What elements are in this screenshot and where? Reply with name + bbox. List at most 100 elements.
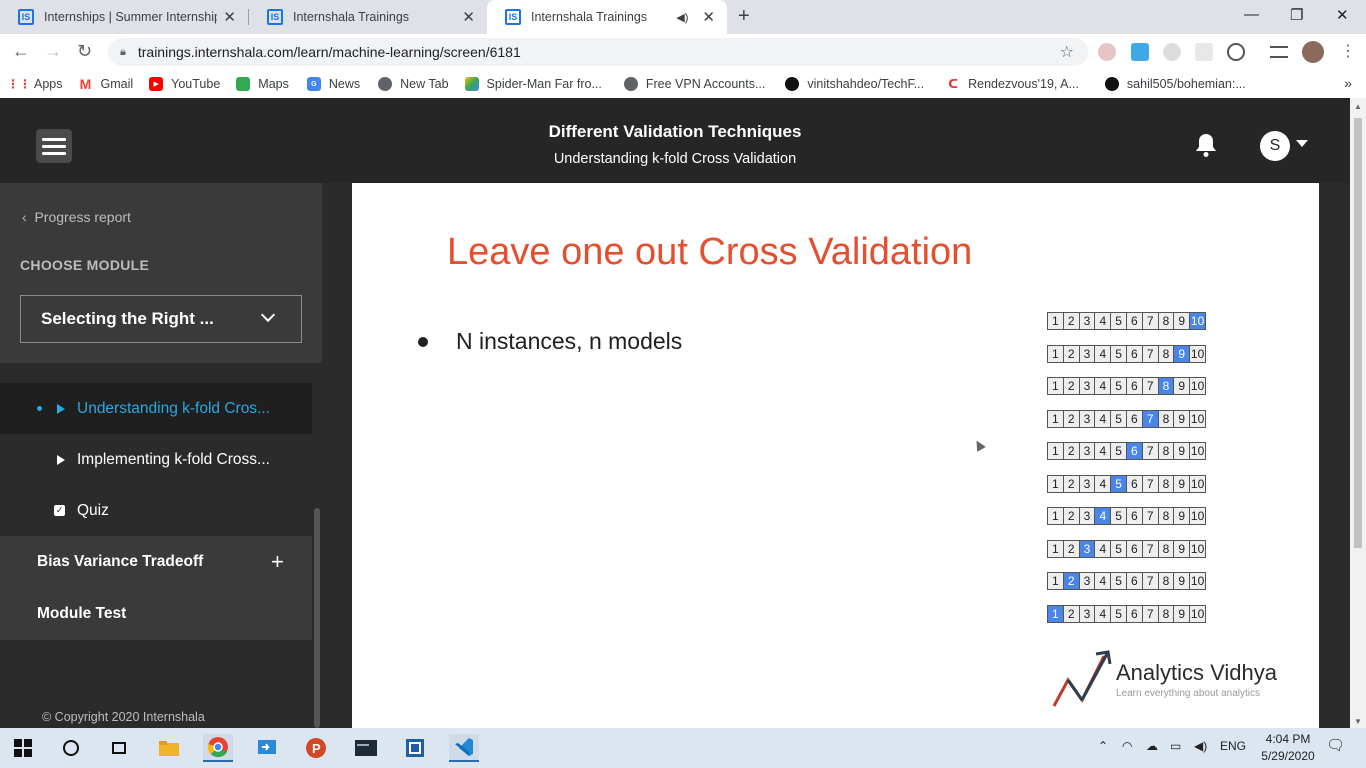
chevron-down-icon[interactable] [1296,140,1308,147]
fold-cell: 1 [1047,312,1064,330]
globe-icon [623,77,638,91]
fold-cell: 5 [1110,312,1127,330]
close-tab-icon[interactable]: ✕ [223,8,236,26]
fold-cell: 2 [1062,344,1080,363]
bookmark-spiderman[interactable]: Spider-Man Far fro... [464,77,602,91]
bookmark-bohemian[interactable]: sahil505/bohemian:... [1104,77,1246,91]
speaker-icon[interactable]: ◀) [676,11,688,24]
extension-icon[interactable] [1098,43,1116,61]
windows-start-icon[interactable] [8,734,38,762]
extension-icon[interactable] [1195,43,1213,61]
bookmark-maps[interactable]: Maps [236,77,289,91]
sidebar-scrollbar[interactable] [312,363,322,728]
fold-row: 1 2 3 4 5 6 7 8 9 10 [1047,312,1206,330]
menu-dots-icon[interactable]: ⋮ [1340,41,1356,61]
clock[interactable]: 4:04 PM 5/29/2020 [1253,731,1323,765]
fold-cell: 3 [1078,312,1096,330]
notification-bell-icon[interactable] [1194,132,1218,158]
remote-app-icon[interactable] [252,734,282,762]
back-icon[interactable]: ← [12,41,30,62]
bookmark-techf[interactable]: vinitshahdeo/TechF... [785,77,924,91]
extension-icon[interactable] [1131,43,1149,61]
search-icon[interactable] [56,734,86,762]
expand-plus-icon[interactable]: + [271,549,284,575]
bookmark-vpn[interactable]: Free VPN Accounts... [623,77,766,91]
new-tab-icon[interactable]: + [738,5,750,28]
fold-cell: 4 [1094,572,1112,590]
language-indicator[interactable]: ENG [1220,739,1246,753]
bookmark-gmail[interactable]: M Gmail [79,76,134,92]
fold-cell: 8 [1157,409,1175,428]
submodule-module-test[interactable]: Module Test [0,588,312,640]
reading-list-icon[interactable] [1270,46,1288,58]
page-scrollbar[interactable]: ▲ ▼ [1350,98,1366,728]
lesson-item-implementing[interactable]: Implementing k-fold Cross... [0,434,312,485]
bookmark-rendezvous[interactable]: ᑕ Rendezvous'19, A... [946,77,1079,91]
user-avatar[interactable]: S [1260,131,1290,161]
internshala-icon: IS [267,9,283,25]
file-explorer-icon[interactable] [154,734,184,762]
fold-cell: 10 [1189,507,1206,525]
bookmark-label: New Tab [400,77,449,91]
tab-strip: IS Internships | Summer Internship 2 ✕ I… [0,0,1366,34]
lock-icon[interactable]: 🔒︎ [120,46,126,59]
lesson-item-quiz[interactable]: ✓ Quiz [0,485,312,536]
progress-report-link[interactable]: ‹ Progress report [22,209,131,225]
browser-tab-trainings-active[interactable]: IS Internshala Trainings ◀) ✕ [487,0,727,34]
address-bar[interactable]: 🔒︎ trainings.internshala.com/learn/machi… [108,38,1088,66]
bookmarks-overflow-icon[interactable]: » [1344,75,1352,91]
bookmark-label: Free VPN Accounts... [645,77,766,91]
bookmark-apps[interactable]: ⋮⋮ Apps [7,77,63,91]
lesson-item-understanding[interactable]: Understanding k-fold Cros... [0,383,312,434]
scroll-down-icon[interactable]: ▼ [1354,717,1362,726]
bookmark-news[interactable]: G News [306,77,360,91]
bookmark-star-icon[interactable]: ☆ [1060,42,1074,62]
fold-cell: 6 [1125,539,1143,558]
browser-tab-internships[interactable]: IS Internships | Summer Internship 2 ✕ [0,0,248,34]
copyright-text: © Copyright 2020 Internshala [42,710,205,724]
terminal-app-icon[interactable] [351,734,381,762]
close-tab-icon[interactable]: ✕ [702,8,715,26]
task-view-icon[interactable] [104,734,134,762]
fold-cell: 9 [1173,507,1191,525]
scroll-thumb[interactable] [1354,118,1362,548]
tray-chevron-icon[interactable]: ⌃ [1098,739,1108,753]
minimize-icon[interactable]: — [1244,6,1259,23]
fold-cell: 7 [1141,344,1159,363]
forward-icon[interactable]: → [44,41,62,62]
fold-cell: 1 [1047,344,1064,363]
submodule-bias-variance[interactable]: Bias Variance Tradeoff + [0,536,312,588]
action-center-icon[interactable]: 🗨︎ [1326,736,1345,754]
bookmark-youtube[interactable]: ▶ YouTube [149,77,220,91]
browser-tab-trainings[interactable]: IS Internshala Trainings ✕ [249,0,487,34]
fold-cell: 2 [1062,507,1080,525]
fold-row: 1 2 3 4 5 6 7 8 9 10 [1047,539,1206,558]
app-icon[interactable] [400,734,430,762]
onedrive-icon[interactable]: ☁ [1146,739,1158,753]
presentation-app-icon[interactable]: P [301,734,331,762]
fold-cell: 1 [1047,539,1064,558]
volume-icon[interactable]: ◀) [1194,739,1207,753]
fold-cell-test: 6 [1125,442,1143,460]
wifi-icon[interactable]: ◠ [1122,739,1132,753]
slide-area: Leave one out Cross Validation N instanc… [352,183,1319,728]
bookmark-label: Maps [258,77,289,91]
close-tab-icon[interactable]: ✕ [462,8,475,26]
vscode-icon[interactable] [449,734,479,762]
extension-icon[interactable] [1163,43,1181,61]
extension-icon[interactable] [1227,43,1245,61]
chrome-icon[interactable] [203,734,233,762]
module-select[interactable]: Selecting the Right ... [20,295,302,343]
reload-icon[interactable]: ↻ [77,41,92,62]
fold-cell: 9 [1173,377,1191,395]
fold-cell: 4 [1094,344,1112,363]
close-window-icon[interactable]: ✕ [1336,6,1349,24]
fold-cell: 7 [1141,604,1159,623]
bookmark-new-tab[interactable]: New Tab [378,77,449,91]
scroll-up-icon[interactable]: ▲ [1354,102,1362,111]
restore-icon[interactable]: ❐ [1290,6,1303,24]
fold-cell: 2 [1062,442,1080,460]
youtube-icon: ▶ [149,77,164,91]
profile-avatar[interactable] [1302,41,1324,63]
battery-icon[interactable]: ▭ [1170,739,1181,753]
